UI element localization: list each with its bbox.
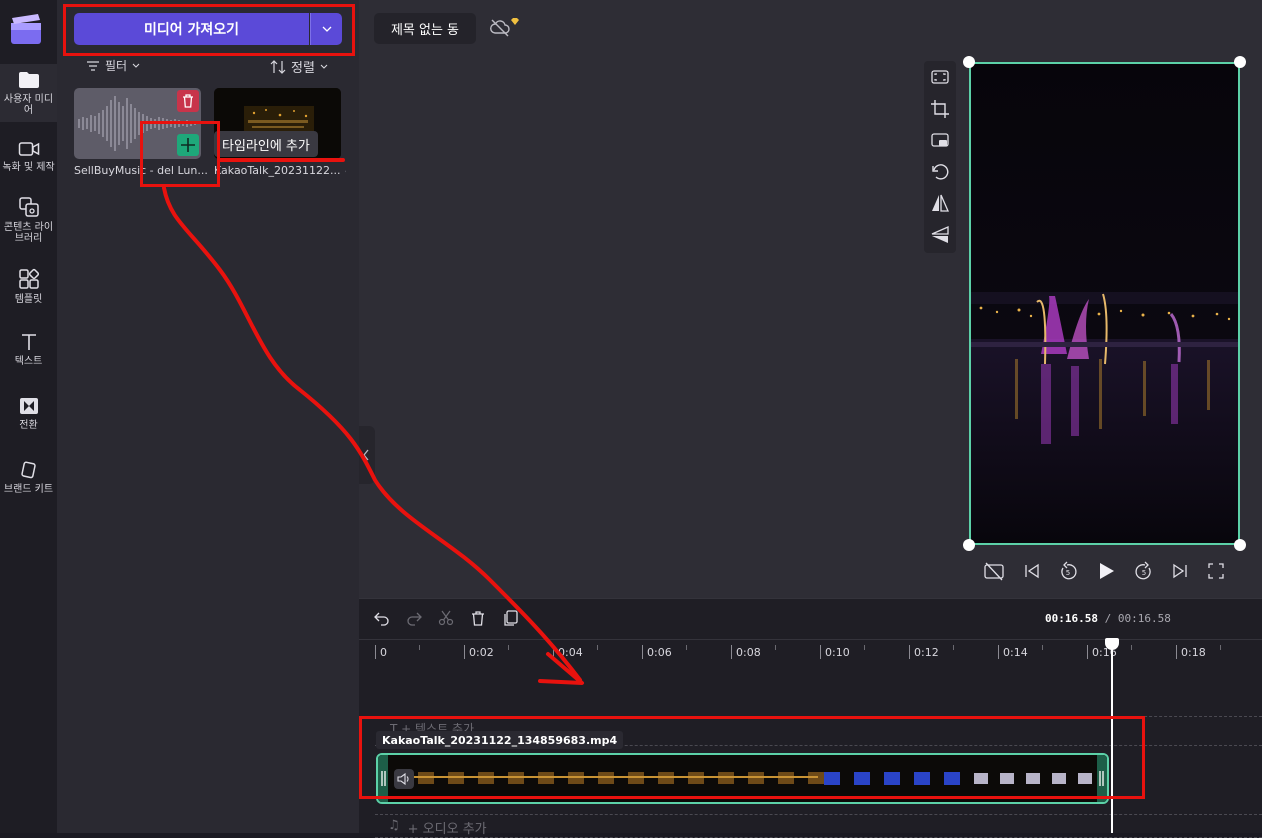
flip-horizontal-icon[interactable]: [930, 193, 950, 213]
sort-button[interactable]: 정렬: [270, 57, 328, 76]
delete-media-button[interactable]: [177, 90, 199, 112]
rail-label: 콘텐츠 라이브러리: [3, 222, 54, 244]
audio-track-row: ♫ + 오디오 추가: [388, 818, 487, 837]
ruler-tick: [820, 645, 821, 659]
ruler-tick-label: 0:18: [1181, 646, 1206, 659]
rail-label: 브랜드 키트: [3, 484, 54, 495]
fountain-night-scene: [971, 64, 1238, 543]
skip-forward-icon[interactable]: [1170, 561, 1190, 581]
annotation-box-timeline-clip: [359, 716, 1145, 799]
annotation-box-import: [63, 4, 355, 56]
current-time: 00:16.58: [1045, 612, 1098, 625]
rail-item-record-create[interactable]: 녹화 및 제작: [0, 140, 57, 182]
ruler-tick: [642, 645, 643, 659]
ruler-tick-label: 0:14: [1003, 646, 1028, 659]
total-time: 00:16.58: [1117, 612, 1171, 625]
rail-label: 템플릿: [14, 294, 43, 305]
audio-track-label: + 오디오 추가: [407, 822, 487, 837]
ruler-tick: [731, 645, 732, 659]
resize-handle-top-right[interactable]: [1234, 56, 1246, 68]
fullscreen-icon[interactable]: [1206, 561, 1226, 581]
tooltip-add-to-timeline: 타임라인에 추가: [214, 131, 318, 157]
chevron-down-icon: [132, 63, 140, 68]
ruler-tick: [909, 645, 910, 659]
filter-label: 필터: [105, 59, 128, 73]
checkmark-icon: ✓: [344, 164, 346, 177]
sort-label: 정렬: [291, 61, 315, 76]
resize-handle-bottom-right[interactable]: [1234, 539, 1246, 551]
template-icon: [18, 268, 39, 289]
annotation-underline: [218, 158, 345, 162]
media-label-video-text: KakaoTalk_20231122...: [214, 164, 341, 177]
brand-kit-icon: [20, 461, 36, 479]
library-icon: [18, 197, 39, 217]
cloud-offline-icon[interactable]: [489, 18, 511, 42]
picture-in-picture-icon[interactable]: [930, 131, 950, 151]
audio-track[interactable]: [375, 814, 1262, 838]
sort-icon: [270, 59, 286, 74]
folder-icon: [18, 72, 39, 88]
ruler-tick: [1176, 645, 1177, 659]
ruler-tick-label: 0:10: [825, 646, 850, 659]
resize-handle-bottom-left[interactable]: [963, 539, 975, 551]
project-title-text: 제목 없는 동: [390, 23, 460, 38]
rail-item-user-media[interactable]: 사용자 미디어: [0, 64, 57, 122]
rewind-5-icon[interactable]: 5: [1058, 561, 1078, 581]
rail-item-templates[interactable]: 템플릿: [0, 268, 57, 308]
ruler-tick: [1087, 645, 1088, 659]
preview-side-toolbar: [924, 61, 956, 253]
music-note-icon: ♫: [388, 818, 400, 833]
ruler-tick-label: 0:08: [736, 646, 761, 659]
rail-label: 녹화 및 제작: [2, 162, 55, 173]
time-separator: /: [1097, 612, 1118, 625]
text-icon: [21, 334, 36, 350]
left-nav-rail: 사용자 미디어 녹화 및 제작 콘텐츠 라이브러리 템플릿 텍스트 전환 브랜드…: [0, 0, 57, 833]
camera-icon: [18, 142, 39, 156]
chevron-down-icon: [320, 64, 328, 69]
ruler-minor-tick: [1042, 645, 1043, 650]
annotation-arrow: [162, 186, 584, 685]
tooltip-label: 타임라인에 추가: [222, 138, 310, 154]
transition-icon: [19, 398, 38, 414]
ruler-tick: [998, 645, 999, 659]
time-readout: 00:16.58 / 00:16.58: [1045, 612, 1171, 625]
ruler-minor-tick: [864, 645, 865, 650]
trash-icon: [183, 94, 193, 108]
flip-vertical-icon[interactable]: [930, 225, 950, 245]
captions-off-icon[interactable]: [984, 561, 1004, 581]
rail-label: 사용자 미디어: [3, 94, 54, 116]
rail-label: 전환: [19, 420, 38, 431]
annotation-box-add-button: [140, 121, 220, 187]
ruler-tick-label: 0:12: [914, 646, 939, 659]
ruler-minor-tick: [1131, 645, 1132, 650]
play-icon[interactable]: [1096, 561, 1116, 581]
rail-item-transitions[interactable]: 전환: [0, 396, 57, 436]
video-preview-canvas[interactable]: [969, 62, 1240, 545]
filter-button[interactable]: 필터: [86, 57, 140, 74]
ruler-minor-tick: [953, 645, 954, 650]
skip-back-icon[interactable]: [1022, 561, 1042, 581]
premium-gem-icon: [510, 11, 520, 30]
rail-item-content-library[interactable]: 콘텐츠 라이브러리: [0, 196, 57, 246]
clipchamp-logo: [10, 14, 42, 46]
fit-icon[interactable]: [930, 67, 950, 87]
ruler-minor-tick: [775, 645, 776, 650]
media-label-video: KakaoTalk_20231122... ✓: [214, 164, 346, 177]
project-title[interactable]: 제목 없는 동: [374, 13, 476, 44]
svg-text:5: 5: [1066, 569, 1070, 577]
rail-item-brand-kit[interactable]: 브랜드 키트: [0, 460, 57, 500]
svg-text:5: 5: [1142, 569, 1146, 577]
rotate-icon[interactable]: [930, 162, 950, 182]
resize-handle-top-left[interactable]: [963, 56, 975, 68]
filter-icon: [87, 60, 99, 71]
rail-item-text[interactable]: 텍스트: [0, 332, 57, 372]
ruler-minor-tick: [686, 645, 687, 650]
forward-5-icon[interactable]: 5: [1134, 561, 1154, 581]
ruler-tick-label: 0:06: [647, 646, 672, 659]
rail-label: 텍스트: [14, 356, 43, 367]
crop-icon[interactable]: [930, 99, 950, 119]
ruler-minor-tick: [1220, 645, 1221, 650]
